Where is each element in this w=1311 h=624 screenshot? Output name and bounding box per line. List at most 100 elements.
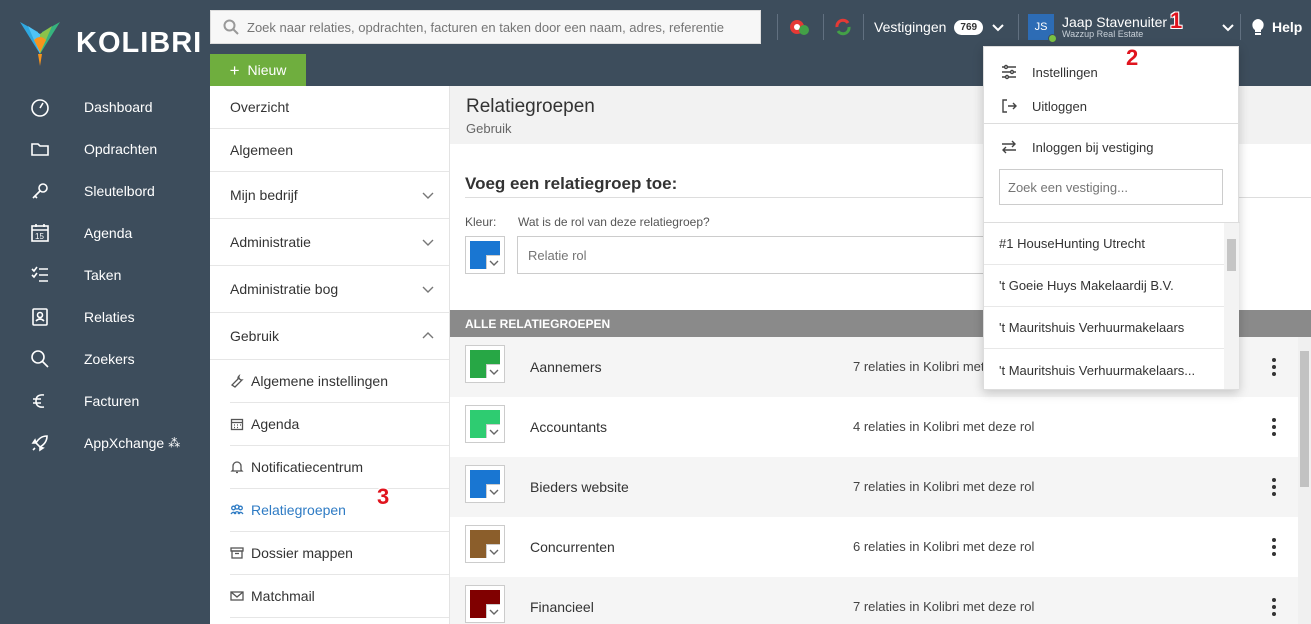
user-company: Wazzup Real Estate <box>1062 28 1144 39</box>
menu-label: Gebruik <box>230 328 280 344</box>
tasks-icon <box>0 265 84 285</box>
menu-item-administratie-bog[interactable]: Administratie bog <box>210 266 449 313</box>
annotation-number: 2 <box>1126 45 1139 70</box>
scrollbar[interactable] <box>1224 223 1239 389</box>
menu-label: Administratie <box>230 234 311 250</box>
nav-label: Zoekers <box>84 351 135 367</box>
more-options-icon[interactable] <box>1268 536 1280 558</box>
nav-label: AppXchange <box>84 435 165 451</box>
nav-item-zoekers[interactable]: Zoekers <box>0 338 210 380</box>
chevron-up-icon <box>422 332 434 339</box>
nav-item-taken[interactable]: Taken <box>0 254 210 296</box>
branch-item[interactable]: 't Goeie Huys Makelaardij B.V. <box>984 265 1224 307</box>
table-row[interactable]: Accountants 4 relaties in Kolibri met de… <box>450 397 1298 457</box>
chevron-down-icon <box>422 286 434 293</box>
submenu-item-dossier-mappen[interactable]: Dossier mappen <box>230 532 449 575</box>
nav-item-relaties[interactable]: Relaties <box>0 296 210 338</box>
color-picker[interactable] <box>465 525 505 563</box>
chevron-down-icon <box>486 604 500 618</box>
group-name: Financieel <box>530 599 594 615</box>
nav-item-opdrachten[interactable]: Opdrachten <box>0 128 210 170</box>
menu-label: Algemeen <box>230 142 294 158</box>
submenu-item-notificatiecentrum[interactable]: Notificatiecentrum <box>230 446 449 489</box>
group-name: Accountants <box>530 419 608 435</box>
avatar: JS <box>1028 14 1057 43</box>
nav-item-facturen[interactable]: Facturen <box>0 380 210 422</box>
submenu-label: Agenda <box>251 416 300 432</box>
more-options-icon[interactable] <box>1268 476 1280 498</box>
branch-item[interactable]: 't Mauritshuis Verhuurmakelaars <box>984 307 1224 349</box>
nav-label: Dashboard <box>84 99 153 115</box>
color-picker[interactable] <box>465 405 505 443</box>
new-button[interactable]: + Nieuw <box>210 54 306 86</box>
menu-item-administratie[interactable]: Administratie <box>210 219 449 266</box>
annotation-number: 3 <box>377 484 390 509</box>
nav-item-agenda[interactable]: 15 Agenda <box>0 212 210 254</box>
submenu-item-algemene-instellingen[interactable]: Algemene instellingen <box>230 360 449 403</box>
wrench-icon <box>230 374 244 388</box>
notifications-icon[interactable] <box>787 15 811 39</box>
menu-item-uitloggen[interactable]: Uitloggen <box>984 95 1240 117</box>
submenu-item-matchmail[interactable]: Matchmail <box>230 575 449 618</box>
scrollbar-thumb[interactable] <box>1300 351 1309 487</box>
table-row[interactable]: Bieders website 7 relaties in Kolibri me… <box>450 457 1298 517</box>
search-icon <box>223 19 239 35</box>
help-label: Help <box>1272 19 1303 35</box>
logo[interactable]: KOLIBRI <box>0 0 210 86</box>
color-picker[interactable] <box>465 345 505 383</box>
submenu-item-agenda[interactable]: Agenda <box>230 403 449 446</box>
calendar-day-number: 15 <box>35 232 44 241</box>
divider <box>984 123 1240 124</box>
logout-icon <box>1002 99 1017 113</box>
divider <box>1240 14 1241 40</box>
sync-icon[interactable] <box>831 15 855 39</box>
calendar-icon: 15 <box>0 223 84 243</box>
search-input[interactable] <box>247 19 727 35</box>
color-picker[interactable] <box>465 585 505 623</box>
color-picker[interactable] <box>465 465 505 503</box>
mail-icon <box>230 591 244 601</box>
menu-item-mijn-bedrijf[interactable]: Mijn bedrijf <box>210 172 449 219</box>
menu-label: Uitloggen <box>1032 98 1087 114</box>
submenu-item-relatiegroepen[interactable]: Relatiegroepen <box>230 489 449 532</box>
branch-search-input[interactable] <box>999 169 1223 205</box>
switch-icon <box>1002 140 1016 154</box>
table-row[interactable]: Financieel 7 relaties in Kolibri met dez… <box>450 577 1298 624</box>
global-search[interactable] <box>210 10 761 44</box>
nav-item-appxchange[interactable]: AppXchange ⁂ <box>0 422 210 464</box>
chevron-down-icon <box>1222 24 1234 32</box>
menu-item-algemeen[interactable]: Algemeen <box>210 129 449 172</box>
menu-item-overzicht[interactable]: Overzicht <box>210 86 449 129</box>
menu-item-gebruik[interactable]: Gebruik <box>210 313 449 360</box>
table-row[interactable]: Concurrenten 6 relaties in Kolibri met d… <box>450 517 1298 577</box>
user-dropdown: Instellingen Uitloggen Inloggen bij vest… <box>983 46 1240 391</box>
menu-label: Instellingen <box>1032 64 1098 80</box>
group-name: Aannemers <box>530 359 602 375</box>
divider <box>863 14 864 40</box>
scrollbar[interactable] <box>1298 337 1311 624</box>
nav-label: Facturen <box>84 393 140 409</box>
new-button-label: Nieuw <box>247 62 287 78</box>
role-input[interactable] <box>517 236 1037 274</box>
help-button[interactable]: Help <box>1250 0 1302 54</box>
menu-item-inloggen-bij-vestiging[interactable]: Inloggen bij vestiging <box>984 136 1240 158</box>
submenu-label: Dossier mappen <box>251 545 353 561</box>
more-options-icon[interactable] <box>1268 596 1280 618</box>
branch-item[interactable]: 't Mauritshuis Verhuurmakelaars... <box>984 349 1224 391</box>
nav-item-dashboard[interactable]: Dashboard <box>0 86 210 128</box>
branch-item[interactable]: #1 HouseHunting Utrecht <box>984 223 1224 265</box>
nav-item-sleutelbord[interactable]: Sleutelbord <box>0 170 210 212</box>
more-options-icon[interactable] <box>1268 416 1280 438</box>
scrollbar-thumb[interactable] <box>1227 239 1236 271</box>
menu-item-instellingen[interactable]: Instellingen <box>984 61 1240 83</box>
sparkle-icon: ⁂ <box>168 436 181 450</box>
page-title: Relatiegroepen <box>466 96 595 117</box>
menu-label: Mijn bedrijf <box>230 187 298 203</box>
contacts-icon <box>0 307 84 327</box>
page-subtitle: Gebruik <box>466 121 512 136</box>
chevron-down-icon <box>486 424 500 438</box>
chevron-down-icon <box>486 544 500 558</box>
more-options-icon[interactable] <box>1268 356 1280 378</box>
archive-icon <box>230 547 244 559</box>
color-picker[interactable] <box>465 236 505 274</box>
